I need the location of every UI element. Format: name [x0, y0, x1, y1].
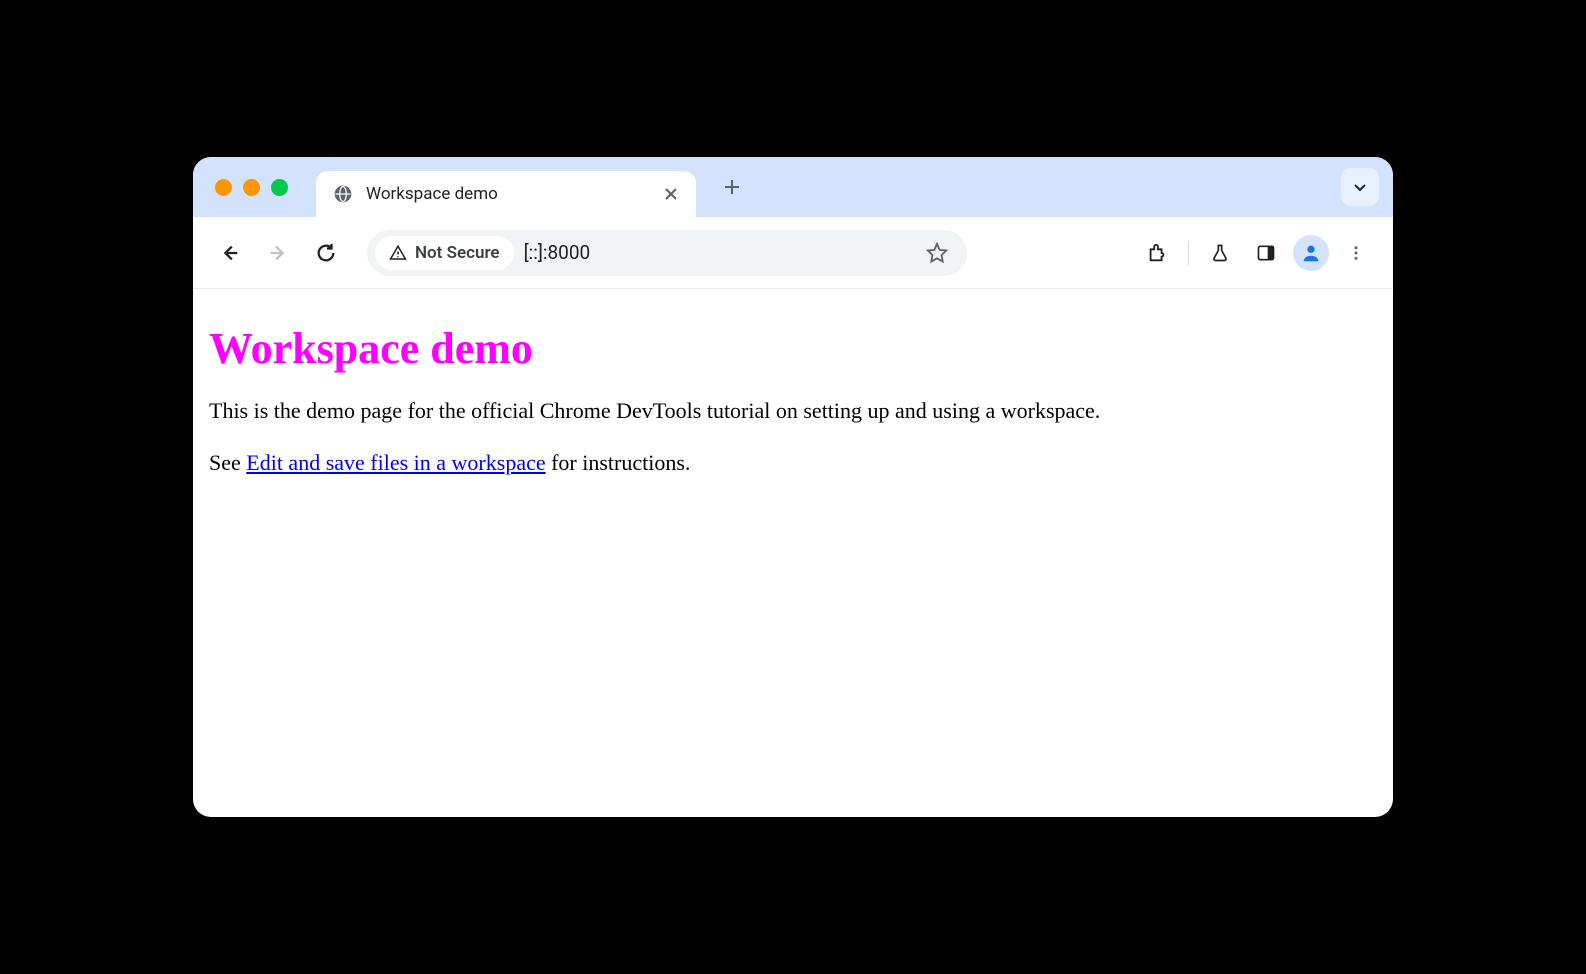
separator — [1188, 241, 1189, 265]
person-icon — [1300, 242, 1322, 264]
url-text: [::]:8000 — [524, 241, 909, 264]
side-panel-button[interactable] — [1247, 234, 1285, 272]
tab-search-button[interactable] — [1341, 168, 1379, 206]
menu-button[interactable] — [1337, 234, 1375, 272]
arrow-left-icon — [219, 242, 241, 264]
panel-icon — [1256, 243, 1276, 263]
page-paragraph-1: This is the demo page for the official C… — [209, 396, 1377, 426]
warning-icon — [389, 244, 407, 262]
tutorial-link[interactable]: Edit and save files in a workspace — [246, 450, 545, 475]
tab-close-button[interactable] — [662, 185, 680, 203]
security-label: Not Secure — [415, 243, 500, 263]
security-chip[interactable]: Not Secure — [375, 236, 514, 270]
page-paragraph-2: See Edit and save files in a workspace f… — [209, 448, 1377, 478]
labs-button[interactable] — [1201, 234, 1239, 272]
paragraph-2-suffix: for instructions. — [546, 450, 691, 475]
reload-button[interactable] — [307, 234, 345, 272]
page-heading: Workspace demo — [209, 323, 1377, 374]
star-icon — [926, 242, 948, 264]
profile-button[interactable] — [1293, 235, 1329, 271]
reload-icon — [315, 242, 337, 264]
globe-icon — [332, 183, 354, 205]
toolbar: Not Secure [::]:8000 — [193, 217, 1393, 289]
puzzle-icon — [1146, 242, 1168, 264]
chevron-down-icon — [1352, 179, 1368, 195]
flask-icon — [1210, 243, 1230, 263]
plus-icon — [723, 178, 741, 196]
more-vertical-icon — [1347, 244, 1365, 262]
forward-button[interactable] — [259, 234, 297, 272]
window-close-button[interactable] — [215, 179, 232, 196]
window-maximize-button[interactable] — [271, 179, 288, 196]
address-bar[interactable]: Not Secure [::]:8000 — [367, 230, 967, 276]
browser-tab[interactable]: Workspace demo — [316, 171, 696, 217]
toolbar-right — [1138, 234, 1375, 272]
extensions-button[interactable] — [1138, 234, 1176, 272]
bookmark-button[interactable] — [919, 235, 955, 271]
back-button[interactable] — [211, 234, 249, 272]
close-icon — [664, 187, 678, 201]
window-controls — [215, 179, 288, 196]
browser-window: Workspace demo — [193, 157, 1393, 817]
paragraph-2-prefix: See — [209, 450, 246, 475]
arrow-right-icon — [267, 242, 289, 264]
page-content: Workspace demo This is the demo page for… — [193, 289, 1393, 817]
tab-strip: Workspace demo — [193, 157, 1393, 217]
window-minimize-button[interactable] — [243, 179, 260, 196]
tab-title: Workspace demo — [366, 184, 650, 204]
new-tab-button[interactable] — [714, 169, 750, 205]
